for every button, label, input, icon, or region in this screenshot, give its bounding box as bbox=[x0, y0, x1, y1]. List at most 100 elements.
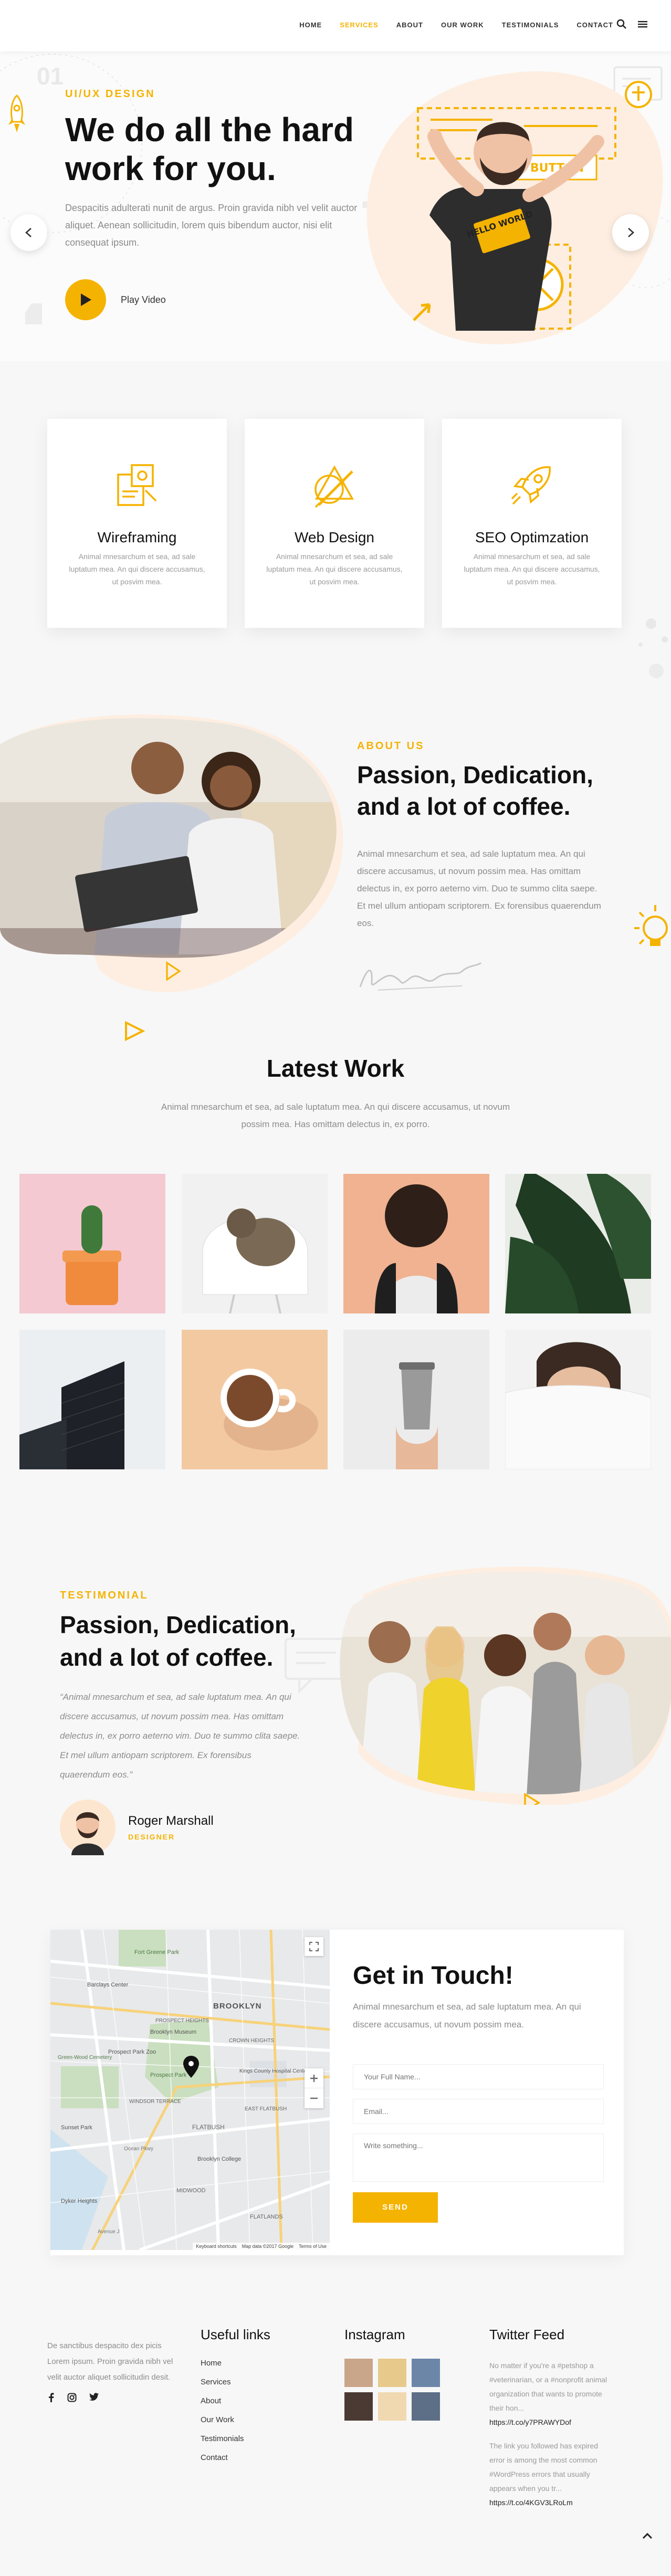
map-fullscreen-button[interactable] bbox=[305, 1937, 323, 1956]
nav-item-testimonials[interactable]: TESTIMONIALS bbox=[502, 21, 559, 29]
main-menu: HOME SERVICES ABOUT OUR WORK TESTIMONIAL… bbox=[299, 21, 613, 29]
email-field[interactable] bbox=[353, 2099, 604, 2124]
service-text: Animal mnesarchum et sea, ad sale luptat… bbox=[464, 552, 600, 586]
map-pin-icon[interactable] bbox=[183, 2056, 199, 2078]
map-zoom-in-button[interactable] bbox=[305, 2068, 323, 2088]
map-canvas[interactable]: Fort Greene Park Barclays Center BROOKLY… bbox=[50, 1930, 330, 2250]
contact-text: Animal mnesarchum et sea, ad sale luptat… bbox=[353, 2002, 581, 2030]
map-terms-link[interactable]: Terms of Use bbox=[299, 2244, 327, 2249]
nav-item-about[interactable]: ABOUT bbox=[396, 21, 423, 29]
work-item-cat[interactable] bbox=[182, 1174, 328, 1313]
latest-work-section: Latest Work Animal mnesarchum et sea, ad… bbox=[0, 1033, 671, 1490]
google-map[interactable]: Fort Greene Park Barclays Center BROOKLY… bbox=[50, 1930, 330, 2250]
footer-link-testimonials[interactable]: Testimonials bbox=[201, 2434, 244, 2443]
work-item-cactus[interactable] bbox=[19, 1174, 165, 1313]
map-label: Brooklyn Museum bbox=[150, 2029, 196, 2035]
testimonial-photo bbox=[332, 1563, 671, 1813]
name-field[interactable] bbox=[353, 2064, 604, 2089]
hero-kicker: UI/UX DESIGN bbox=[65, 88, 155, 100]
instagram-icon[interactable] bbox=[67, 2393, 77, 2402]
service-card-seo[interactable]: SEO Optimzation Animal mnesarchum et sea… bbox=[442, 419, 622, 628]
work-item-monstera[interactable] bbox=[505, 1174, 651, 1313]
nav-icons bbox=[616, 19, 648, 29]
footer-link-home[interactable]: Home bbox=[201, 2359, 222, 2368]
map-keyboard-shortcuts-link[interactable]: Keyboard shortcuts bbox=[196, 2244, 237, 2249]
map-label: Kings County Hospital Center bbox=[239, 2068, 309, 2074]
chevron-left-icon bbox=[25, 228, 32, 237]
map-label: Green-Wood Cemetery bbox=[58, 2055, 112, 2060]
hero-next-arrow[interactable] bbox=[612, 214, 649, 251]
instagram-thumb[interactable] bbox=[378, 2392, 406, 2421]
footer-link-contact[interactable]: Contact bbox=[201, 2453, 228, 2462]
search-icon[interactable] bbox=[616, 19, 627, 29]
about-section: ABOUT US Passion, Dedication, and a lot … bbox=[0, 708, 671, 1042]
service-card-wireframing[interactable]: Wireframing Animal mnesarchum et sea, ad… bbox=[47, 419, 227, 628]
map-label: PROSPECT HEIGHTS bbox=[155, 2018, 209, 2024]
message-field[interactable] bbox=[353, 2133, 604, 2182]
footer-link-our-work[interactable]: Our Work bbox=[201, 2415, 234, 2424]
tweet-link[interactable]: https://t.co/y7PRAWYDof bbox=[489, 2418, 571, 2426]
play-icon bbox=[81, 293, 91, 306]
instagram-title: Instagram bbox=[344, 2327, 405, 2342]
map-label: FLATLANDS bbox=[250, 2214, 283, 2220]
instagram-thumb[interactable] bbox=[378, 2359, 406, 2387]
services-section: Wireframing Animal mnesarchum et sea, ad… bbox=[0, 361, 671, 708]
map-label: Prospect Park Zoo bbox=[108, 2049, 156, 2055]
map-label: FLATBUSH bbox=[192, 2123, 225, 2131]
play-button[interactable] bbox=[65, 279, 106, 320]
minus-icon bbox=[310, 2097, 318, 2099]
map-label: Barclays Center bbox=[87, 1982, 129, 1988]
map-zoom-controls bbox=[305, 2068, 323, 2108]
page: HOME SERVICES ABOUT OUR WORK TESTIMONIAL… bbox=[0, 0, 671, 2576]
hero-prev-arrow[interactable] bbox=[11, 214, 47, 251]
work-item-building[interactable] bbox=[19, 1330, 165, 1469]
map-zoom-out-button[interactable] bbox=[305, 2088, 323, 2108]
nav-item-contact[interactable]: CONTACT bbox=[576, 21, 613, 29]
map-label: CROWN HEIGHTS bbox=[229, 2038, 274, 2044]
twitter-icon[interactable] bbox=[89, 2393, 99, 2401]
service-title: Web Design bbox=[294, 529, 374, 545]
instagram-thumb[interactable] bbox=[412, 2392, 440, 2421]
menu-icon[interactable] bbox=[637, 19, 648, 29]
instagram-thumb[interactable] bbox=[344, 2359, 373, 2387]
author-name: Roger Marshall bbox=[128, 1814, 214, 1828]
testimonial-section: TESTIMONIAL Passion, Dedication, and a l… bbox=[0, 1490, 671, 1889]
footer-useful-links: Useful links Home Services About Our Wor… bbox=[201, 2327, 270, 2472]
avatar bbox=[60, 1800, 116, 1855]
work-item-cup-hand[interactable] bbox=[343, 1330, 489, 1469]
nav-item-services[interactable]: SERVICES bbox=[340, 21, 379, 29]
service-card-web-design[interactable]: Web Design Animal mnesarchum et sea, ad … bbox=[245, 419, 424, 628]
slide-number: 01 bbox=[37, 62, 64, 90]
work-item-blanket[interactable] bbox=[505, 1330, 651, 1469]
footer-link-services[interactable]: Services bbox=[201, 2378, 231, 2386]
work-title: Latest Work bbox=[266, 1055, 405, 1082]
testimonial-quote: “Animal mnesarchum et sea, ad sale lupta… bbox=[60, 1692, 300, 1780]
footer: De sanctibus despacito dex picis Lorem i… bbox=[0, 2289, 671, 2576]
facebook-icon[interactable] bbox=[47, 2393, 55, 2402]
chevron-up-icon bbox=[642, 2532, 653, 2539]
chevron-right-icon bbox=[628, 228, 634, 237]
nav-item-home[interactable]: HOME bbox=[299, 21, 322, 29]
instagram-grid bbox=[344, 2359, 440, 2421]
instagram-thumb[interactable] bbox=[412, 2359, 440, 2387]
work-item-coffee[interactable] bbox=[182, 1330, 328, 1469]
play-video-control[interactable]: Play Video bbox=[65, 279, 166, 320]
footer-instagram: Instagram bbox=[344, 2327, 440, 2421]
signature-image bbox=[359, 962, 482, 991]
scroll-to-top-button[interactable] bbox=[642, 2529, 653, 2542]
map-label: Sunset Park bbox=[61, 2125, 92, 2131]
top-navbar: HOME SERVICES ABOUT OUR WORK TESTIMONIAL… bbox=[0, 0, 671, 51]
footer-link-about[interactable]: About bbox=[201, 2396, 221, 2405]
map-label: WINDSOR TERRACE bbox=[129, 2099, 181, 2105]
map-label: Dyker Heights bbox=[61, 2198, 98, 2204]
testimonial-author: Roger Marshall DESIGNER bbox=[60, 1800, 214, 1855]
map-footer: Keyboard shortcuts Map data ©2017 Google… bbox=[193, 2243, 330, 2250]
rocket-icon bbox=[511, 466, 551, 505]
nav-item-our-work[interactable]: OUR WORK bbox=[441, 21, 484, 29]
instagram-thumb[interactable] bbox=[344, 2392, 373, 2421]
send-button[interactable]: SEND bbox=[353, 2192, 438, 2223]
work-text: Animal mnesarchum et sea, ad sale luptat… bbox=[161, 1102, 510, 1129]
tweet-link[interactable]: https://t.co/4KGV3LRoLm bbox=[489, 2498, 573, 2507]
footer-about-text: De sanctibus despacito dex picis Lorem i… bbox=[47, 2341, 173, 2382]
work-item-woman-hair[interactable] bbox=[343, 1174, 489, 1313]
